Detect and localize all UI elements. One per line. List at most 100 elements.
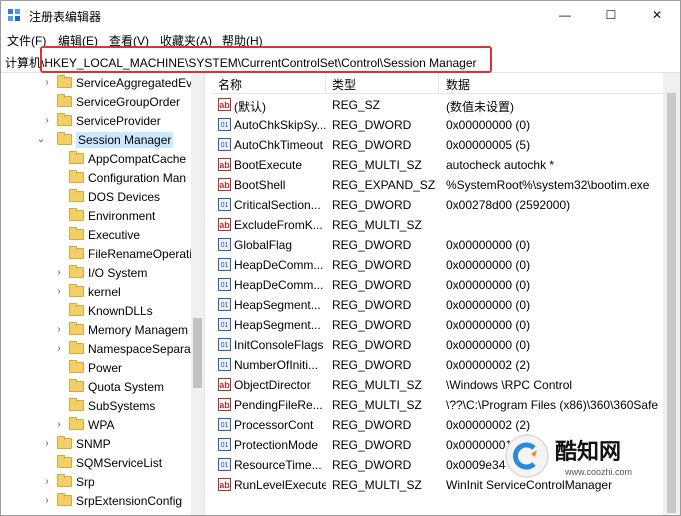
- binary-value-icon: 01: [218, 358, 231, 371]
- folder-icon: [69, 151, 84, 164]
- tree-item[interactable]: › I/O System: [53, 263, 147, 282]
- value-row[interactable]: 01 NumberOfIniti... REG_DWORD 0x00000002…: [212, 355, 662, 375]
- value-row[interactable]: ab PendingFileRe... REG_MULTI_SZ \??\C:\…: [212, 395, 662, 415]
- tree-item-label: DOS Devices: [88, 189, 161, 204]
- value-data: 0x00000002 (2): [446, 358, 531, 372]
- tree-item-label: ServiceAggregatedEv: [76, 75, 193, 90]
- column-divider[interactable]: [438, 73, 439, 93]
- value-name: RunLevelExecute: [234, 478, 326, 492]
- tree-item-label: SNMP: [76, 436, 111, 451]
- tree-item[interactable]: › Srp: [41, 472, 95, 491]
- tree-item[interactable]: KnownDLLs: [53, 301, 153, 320]
- folder-icon: [57, 132, 72, 145]
- value-data: autocheck autochk *: [446, 158, 555, 172]
- column-header-data[interactable]: 数据: [446, 76, 470, 93]
- title-bar: 注册表编辑器 — ☐ ✕: [1, 1, 680, 29]
- value-name: (默认): [234, 100, 266, 114]
- folder-icon: [57, 436, 72, 449]
- column-header-type[interactable]: 类型: [332, 76, 356, 93]
- value-row[interactable]: 01 HeapSegment... REG_DWORD 0x00000000 (…: [212, 315, 662, 335]
- folder-icon: [69, 398, 84, 411]
- tree-item[interactable]: › Memory Managem: [53, 320, 188, 339]
- value-row[interactable]: ab ObjectDirector REG_MULTI_SZ \Windows …: [212, 375, 662, 395]
- value-name: CriticalSection...: [234, 198, 321, 212]
- expand-arrow-icon[interactable]: ›: [41, 495, 53, 506]
- tree-item[interactable]: Configuration Man: [53, 168, 186, 187]
- folder-icon: [57, 94, 72, 107]
- expand-arrow-icon[interactable]: ›: [53, 286, 65, 297]
- pane-splitter[interactable]: [206, 73, 210, 515]
- tree-item[interactable]: Executive: [53, 225, 140, 244]
- tree-item[interactable]: › ServiceAggregatedEv: [41, 73, 192, 92]
- tree-item-label: ServiceGroupOrder: [76, 94, 181, 109]
- close-button[interactable]: ✕: [634, 1, 680, 29]
- binary-value-icon: 01: [218, 438, 231, 451]
- tree-item[interactable]: ServiceGroupOrder: [41, 92, 180, 111]
- value-row[interactable]: ab BootExecute REG_MULTI_SZ autocheck au…: [212, 155, 662, 175]
- value-row[interactable]: 01 HeapSegment... REG_DWORD 0x00000000 (…: [212, 295, 662, 315]
- value-row[interactable]: ab (默认) REG_SZ (数值未设置): [212, 95, 662, 115]
- collapse-arrow-icon[interactable]: ⌄: [35, 134, 47, 145]
- window-title: 注册表编辑器: [29, 10, 102, 24]
- tree-item[interactable]: › WPA: [53, 415, 114, 434]
- value-type: REG_MULTI_SZ: [332, 478, 422, 492]
- column-divider[interactable]: [325, 73, 326, 93]
- value-type: REG_SZ: [332, 98, 381, 112]
- tree-item[interactable]: Quota System: [53, 377, 164, 396]
- tree-scrollbar-thumb[interactable]: [193, 318, 202, 388]
- tree-item[interactable]: Power: [53, 358, 122, 377]
- tree-item-label: ServiceProvider: [76, 113, 161, 128]
- watermark-logo: 酷知网 www.coozhi.com: [499, 426, 679, 486]
- value-type: REG_DWORD: [332, 138, 412, 152]
- expand-arrow-icon[interactable]: ›: [41, 438, 53, 449]
- tree-item-label: I/O System: [88, 265, 148, 280]
- value-row[interactable]: ab BootShell REG_EXPAND_SZ %SystemRoot%\…: [212, 175, 662, 195]
- expand-arrow-icon[interactable]: ›: [53, 343, 65, 354]
- expand-arrow-icon[interactable]: ›: [41, 77, 53, 88]
- value-row[interactable]: 01 GlobalFlag REG_DWORD 0x00000000 (0): [212, 235, 662, 255]
- expand-arrow-icon[interactable]: ›: [41, 115, 53, 126]
- string-value-icon: ab: [218, 98, 231, 111]
- value-name: ResourceTime...: [234, 458, 322, 472]
- tree-item[interactable]: › kernel: [53, 282, 121, 301]
- tree-item[interactable]: › SNMP: [41, 434, 111, 453]
- value-row[interactable]: ab ExcludeFromK... REG_MULTI_SZ: [212, 215, 662, 235]
- folder-icon: [69, 322, 84, 335]
- column-header-name[interactable]: 名称: [218, 76, 242, 93]
- value-type: REG_DWORD: [332, 258, 412, 272]
- maximize-button[interactable]: ☐: [588, 1, 634, 29]
- value-name: AutoChkTimeout: [234, 138, 323, 152]
- folder-icon: [69, 170, 84, 183]
- value-data: 0x00000000 (0): [446, 118, 531, 132]
- binary-value-icon: 01: [218, 338, 231, 351]
- value-row[interactable]: 01 AutoChkTimeout REG_DWORD 0x00000005 (…: [212, 135, 662, 155]
- watermark-name: 酷知网: [555, 440, 622, 465]
- tree-item[interactable]: DOS Devices: [53, 187, 160, 206]
- value-row[interactable]: 01 HeapDeComm... REG_DWORD 0x00000000 (0…: [212, 275, 662, 295]
- value-type: REG_DWORD: [332, 118, 412, 132]
- expand-arrow-icon[interactable]: ›: [53, 419, 65, 430]
- tree-item-label: Memory Managem: [88, 322, 189, 337]
- tree-item[interactable]: SubSystems: [53, 396, 155, 415]
- tree-item-label: Session Manager: [76, 131, 174, 148]
- tree-item[interactable]: › ServiceProvider: [41, 111, 161, 130]
- expand-arrow-icon[interactable]: ›: [53, 324, 65, 335]
- tree-item[interactable]: SQMServiceList: [41, 453, 162, 472]
- minimize-button[interactable]: —: [542, 1, 588, 29]
- tree-item[interactable]: Environment: [53, 206, 155, 225]
- expand-arrow-icon[interactable]: ›: [53, 267, 65, 278]
- value-row[interactable]: 01 InitConsoleFlags REG_DWORD 0x00000000…: [212, 335, 662, 355]
- tree-item[interactable]: › SrpExtensionConfig: [41, 491, 182, 510]
- tree-item-label: Environment: [88, 208, 156, 223]
- tree-item[interactable]: › NamespaceSepara: [53, 339, 191, 358]
- close-icon: ✕: [651, 8, 663, 22]
- tree-scrollbar[interactable]: [191, 73, 204, 515]
- value-row[interactable]: 01 AutoChkSkipSy... REG_DWORD 0x00000000…: [212, 115, 662, 135]
- value-row[interactable]: 01 CriticalSection... REG_DWORD 0x00278d…: [212, 195, 662, 215]
- tree-item[interactable]: FileRenameOperati: [53, 244, 192, 263]
- tree-item[interactable]: AppCompatCache: [53, 149, 186, 168]
- value-row[interactable]: 01 HeapDeComm... REG_DWORD 0x00000000 (0…: [212, 255, 662, 275]
- binary-value-icon: 01: [218, 418, 231, 431]
- tree-item-session-manager[interactable]: ⌄ Session Manager: [35, 130, 174, 149]
- expand-arrow-icon[interactable]: ›: [41, 476, 53, 487]
